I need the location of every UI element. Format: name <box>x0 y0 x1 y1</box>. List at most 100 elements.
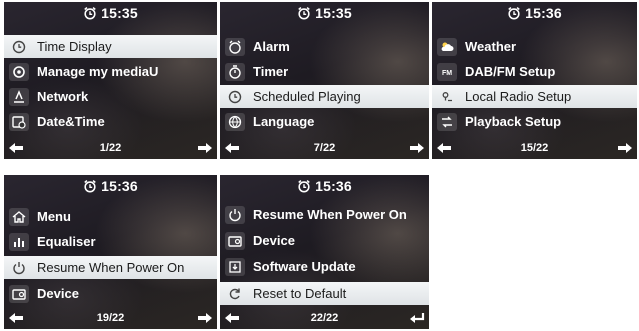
panel-2: 15:35 Alarm Timer Scheduled Playing Lang… <box>220 2 429 159</box>
menu-item-label: Playback Setup <box>465 114 562 129</box>
clock-time: 15:35 <box>101 5 138 21</box>
menu-item-label: Language <box>253 114 315 129</box>
update-icon <box>225 257 245 276</box>
menu-item[interactable]: Reset to Default <box>220 282 429 305</box>
menu-item-label: DAB/FM Setup <box>465 64 556 79</box>
resume-icon <box>225 205 245 224</box>
menu-item[interactable]: Menu <box>4 205 217 228</box>
clock: 15:36 <box>220 178 429 194</box>
arrow-left-icon[interactable] <box>8 142 24 154</box>
page-indicator: 19/22 <box>96 312 125 324</box>
menu-item[interactable]: Software Update <box>220 255 429 278</box>
timer-icon <box>225 62 245 81</box>
schedule-icon <box>225 88 245 106</box>
arrow-right-icon[interactable] <box>197 312 213 324</box>
resume-icon <box>9 259 29 277</box>
menu-item[interactable]: FM DAB/FM Setup <box>432 60 637 83</box>
reset-icon <box>225 285 245 303</box>
menu-item-label: Resume When Power On <box>37 260 185 275</box>
menu-item[interactable]: Network <box>4 85 217 108</box>
menu-item-label: Date&Time <box>37 114 105 129</box>
footer: 22/22 <box>220 311 429 325</box>
menu-item-label: Timer <box>253 64 289 79</box>
menu-item-label: Local Radio Setup <box>465 89 572 104</box>
arrow-right-icon[interactable] <box>617 142 633 154</box>
menu-item-label: Device <box>253 233 295 248</box>
menu-item[interactable]: Equaliser <box>4 230 217 253</box>
menu-item-label: Time Display <box>37 39 112 54</box>
alarm-clock-icon <box>83 6 97 20</box>
menu-item-label: Reset to Default <box>253 286 347 301</box>
arrow-right-icon[interactable] <box>409 142 425 154</box>
playback-icon <box>437 112 457 131</box>
menu-item-label: Device <box>37 286 79 301</box>
svg-text:FM: FM <box>442 70 452 77</box>
globe-icon <box>225 112 245 131</box>
equaliser-icon <box>9 232 29 251</box>
clock-time: 15:36 <box>315 178 352 194</box>
arrow-left-icon[interactable] <box>8 312 24 324</box>
device-icon <box>225 231 245 250</box>
menu-item[interactable]: Time Display <box>4 35 217 58</box>
footer: 19/22 <box>4 311 217 325</box>
enter-icon[interactable] <box>409 312 425 324</box>
alarm-clock-icon <box>297 179 311 193</box>
menu-item[interactable]: Device <box>4 282 217 305</box>
footer: 15/22 <box>432 141 637 155</box>
device-icon <box>9 284 29 303</box>
menu-item[interactable]: Playback Setup <box>432 110 637 133</box>
page-indicator: 15/22 <box>520 142 549 154</box>
alarm-clock-icon <box>297 6 311 20</box>
menu-item[interactable]: Alarm <box>220 35 429 58</box>
calendar-clock-icon <box>9 112 29 131</box>
menu-item[interactable]: Date&Time <box>4 110 217 133</box>
menu-item[interactable]: Device <box>220 229 429 252</box>
menu-item[interactable]: Timer <box>220 60 429 83</box>
menu-item[interactable]: Weather <box>432 35 637 58</box>
clock: 15:35 <box>220 5 429 21</box>
network-icon <box>9 87 29 106</box>
menu-item[interactable]: Local Radio Setup <box>432 85 637 108</box>
menu-item[interactable]: Resume When Power On <box>220 203 429 226</box>
menu-item-label: Manage my mediaU <box>37 64 159 79</box>
menu-item[interactable]: Manage my mediaU <box>4 60 217 83</box>
home-icon <box>9 207 29 226</box>
clock-time: 15:35 <box>315 5 352 21</box>
arrow-left-icon[interactable] <box>224 142 240 154</box>
page-indicator: 7/22 <box>313 142 336 154</box>
panel-1: 15:35 Time Display Manage my mediaU Netw… <box>4 2 217 159</box>
page-indicator: 22/22 <box>310 312 339 324</box>
alarm-clock-icon <box>507 6 521 20</box>
fm-icon: FM <box>437 62 457 81</box>
menu-item-label: Equaliser <box>37 234 96 249</box>
menu-item[interactable]: Language <box>220 110 429 133</box>
clock: 15:36 <box>4 178 217 194</box>
clock-time: 15:36 <box>525 5 562 21</box>
footer: 1/22 <box>4 141 217 155</box>
clock-icon <box>9 38 29 56</box>
clock: 15:36 <box>432 5 637 21</box>
menu-item[interactable]: Resume When Power On <box>4 256 217 279</box>
panel-3: 15:36 Weather FM DAB/FM Setup Local Radi… <box>432 2 637 159</box>
weather-icon <box>437 37 457 56</box>
footer: 7/22 <box>220 141 429 155</box>
alarm-clock-icon <box>83 179 97 193</box>
clock-time: 15:36 <box>101 178 138 194</box>
arrow-right-icon[interactable] <box>197 142 213 154</box>
media-icon <box>9 62 29 81</box>
panel-4: 15:36 Menu Equaliser Resume When Power O… <box>4 175 217 329</box>
menu-item-label: Scheduled Playing <box>253 89 361 104</box>
menu-item-label: Weather <box>465 39 517 54</box>
arrow-left-icon[interactable] <box>224 312 240 324</box>
menu-item-label: Menu <box>37 209 71 224</box>
alarm-icon <box>225 37 245 56</box>
menu-item-label: Network <box>37 89 89 104</box>
menu-item[interactable]: Scheduled Playing <box>220 85 429 108</box>
clock: 15:35 <box>4 5 217 21</box>
menu-item-label: Alarm <box>253 39 290 54</box>
menu-item-label: Resume When Power On <box>253 207 407 222</box>
page-indicator: 1/22 <box>99 142 122 154</box>
menu-item-label: Software Update <box>253 259 356 274</box>
panel-5: 15:36 Resume When Power On Device Softwa… <box>220 175 429 329</box>
arrow-left-icon[interactable] <box>436 142 452 154</box>
